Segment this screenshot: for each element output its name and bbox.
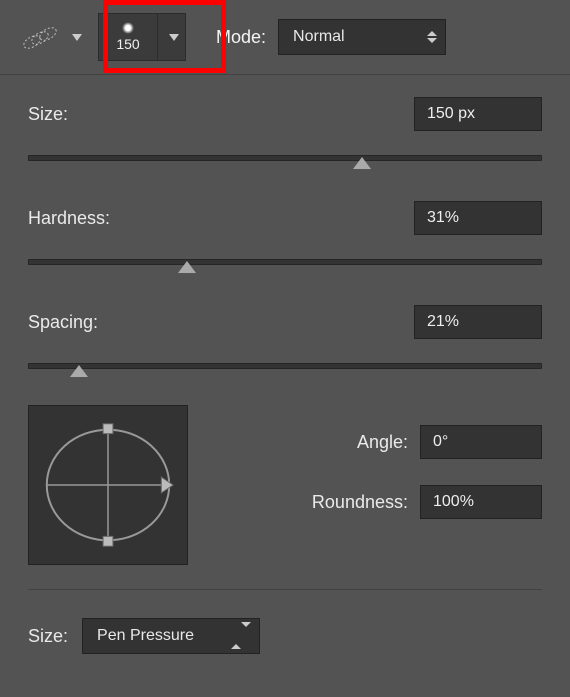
- spacing-slider[interactable]: [28, 353, 542, 381]
- slider-track: [28, 155, 542, 161]
- angle-input[interactable]: 0°: [420, 425, 542, 459]
- size-label: Size:: [28, 104, 68, 125]
- brush-preset-dropdown[interactable]: [157, 14, 185, 60]
- updown-icon: [427, 31, 437, 43]
- slider-thumb[interactable]: [70, 365, 88, 379]
- slider-track: [28, 363, 542, 369]
- slider-track: [28, 259, 542, 265]
- brush-preview: 150: [99, 14, 157, 60]
- size-group: Size: 150 px: [0, 75, 570, 173]
- size-slider[interactable]: [28, 145, 542, 173]
- mode-value: Normal: [293, 28, 345, 46]
- spacing-label: Spacing:: [28, 312, 98, 333]
- dynamics-size-select[interactable]: Pen Pressure: [82, 618, 260, 654]
- roundness-label: Roundness:: [208, 492, 408, 513]
- slider-thumb[interactable]: [353, 157, 371, 171]
- hardness-slider[interactable]: [28, 249, 542, 277]
- size-input[interactable]: 150 px: [414, 97, 542, 131]
- brush-preset-value: 150: [116, 36, 139, 52]
- hardness-label: Hardness:: [28, 208, 110, 229]
- healing-brush-icon: [16, 19, 64, 55]
- dynamics-size-label: Size:: [28, 626, 68, 647]
- hardness-input[interactable]: 31%: [414, 201, 542, 235]
- angle-label: Angle:: [208, 432, 408, 453]
- options-toolbar: 150 Mode: Normal: [0, 0, 570, 75]
- slider-thumb[interactable]: [178, 261, 196, 275]
- roundness-input[interactable]: 100%: [420, 485, 542, 519]
- spacing-group: Spacing: 21%: [0, 283, 570, 381]
- dynamics-row: Size: Pen Pressure: [0, 590, 570, 682]
- dynamics-size-value: Pen Pressure: [97, 627, 194, 645]
- spacing-input[interactable]: 21%: [414, 305, 542, 339]
- tool-preset-button[interactable]: [16, 19, 82, 55]
- brush-dot-icon: [122, 22, 134, 34]
- brush-angle-widget[interactable]: [28, 405, 188, 565]
- mode-label: Mode:: [216, 27, 266, 48]
- chevron-down-icon: [169, 34, 179, 41]
- hardness-group: Hardness: 31%: [0, 179, 570, 277]
- updown-icon: [231, 627, 251, 645]
- brush-preset-picker[interactable]: 150: [98, 13, 186, 61]
- chevron-down-icon: [72, 34, 82, 41]
- mode-select[interactable]: Normal: [278, 19, 446, 55]
